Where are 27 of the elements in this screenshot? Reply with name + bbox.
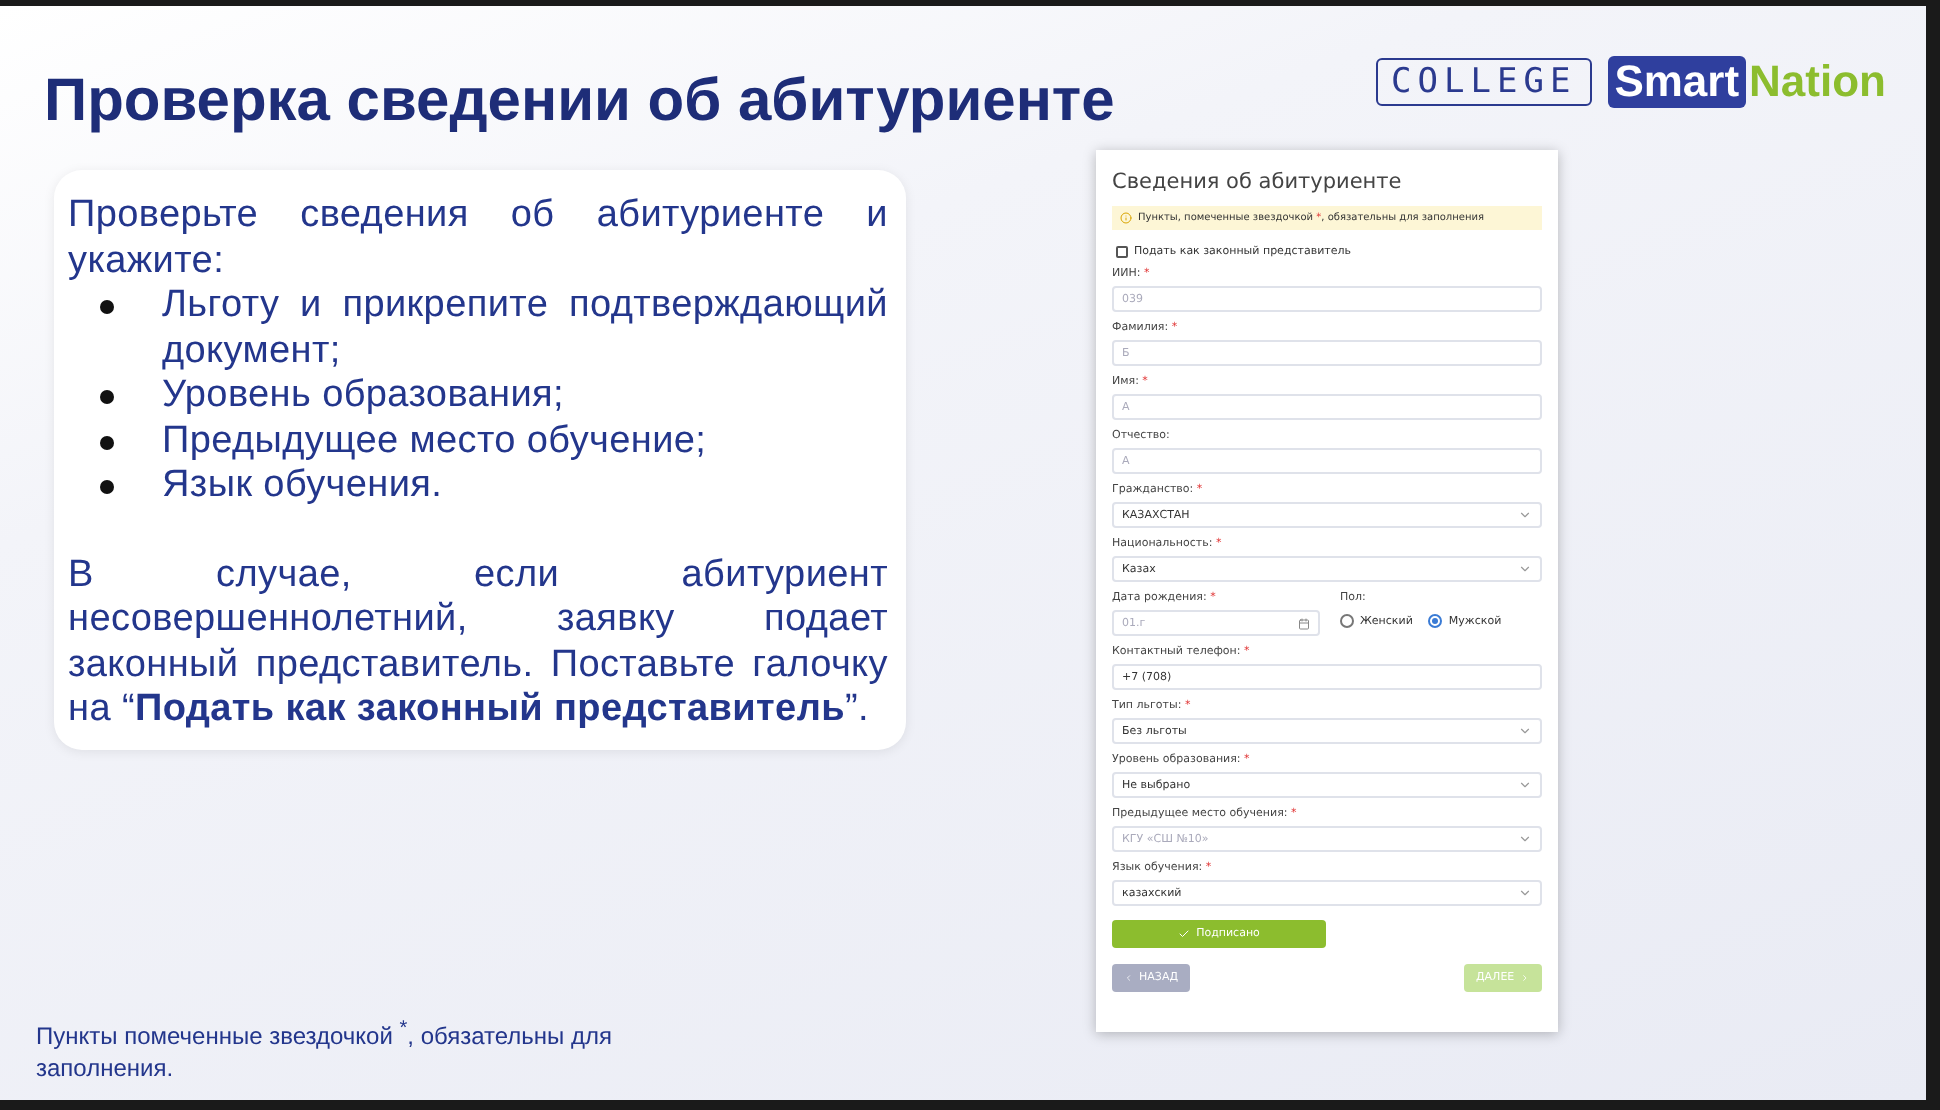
- note-text: В случае, если абитуриент несовершеннолетний, заявку подает законный представитель. Поставьте галочку на “Подать как законный представитель”.: [68, 553, 888, 733]
- bullet-dot: [100, 435, 114, 449]
- bullet-text: Льготу и прикрепите подтверждающий документ;: [162, 284, 888, 374]
- check-icon: [1178, 928, 1191, 940]
- chevron-down-icon: [1518, 724, 1532, 738]
- chevron-down-icon: [1518, 562, 1532, 576]
- slide-title: Проверка сведении об абитуриенте: [44, 68, 1115, 136]
- chevron-down-icon: [1518, 778, 1532, 792]
- logo-nation: Nation: [1749, 56, 1886, 108]
- bullet-text: Предыдущее место обучение;: [162, 419, 707, 464]
- footnote-text: Пункты помеченные звездочкой $^{*}$, обязательны для заполнения.: [36, 1016, 615, 1084]
- bullet-dot: [100, 480, 114, 494]
- bullet-dot: [100, 300, 114, 314]
- info-icon: [1120, 212, 1132, 224]
- chevron-down-icon: [1518, 508, 1532, 522]
- logo-college: COLLEGE: [1375, 58, 1593, 106]
- bullet-text: Уровень образования;: [162, 374, 565, 419]
- intro-text: Проверьте сведения об абитуриенте и укажите:: [68, 194, 888, 284]
- bullet-text: Язык обучения.: [162, 464, 443, 509]
- bullet-dot: [100, 390, 114, 404]
- calendar-icon: [1298, 617, 1310, 629]
- chevron-left-icon: [1124, 972, 1134, 984]
- checkbox[interactable]: [1116, 246, 1128, 258]
- logo-smart: Smart: [1608, 56, 1746, 108]
- chevron-down-icon: [1518, 832, 1532, 846]
- chevron-down-icon: [1518, 886, 1532, 900]
- form-title: Сведения об абитуриенте: [1112, 170, 1404, 194]
